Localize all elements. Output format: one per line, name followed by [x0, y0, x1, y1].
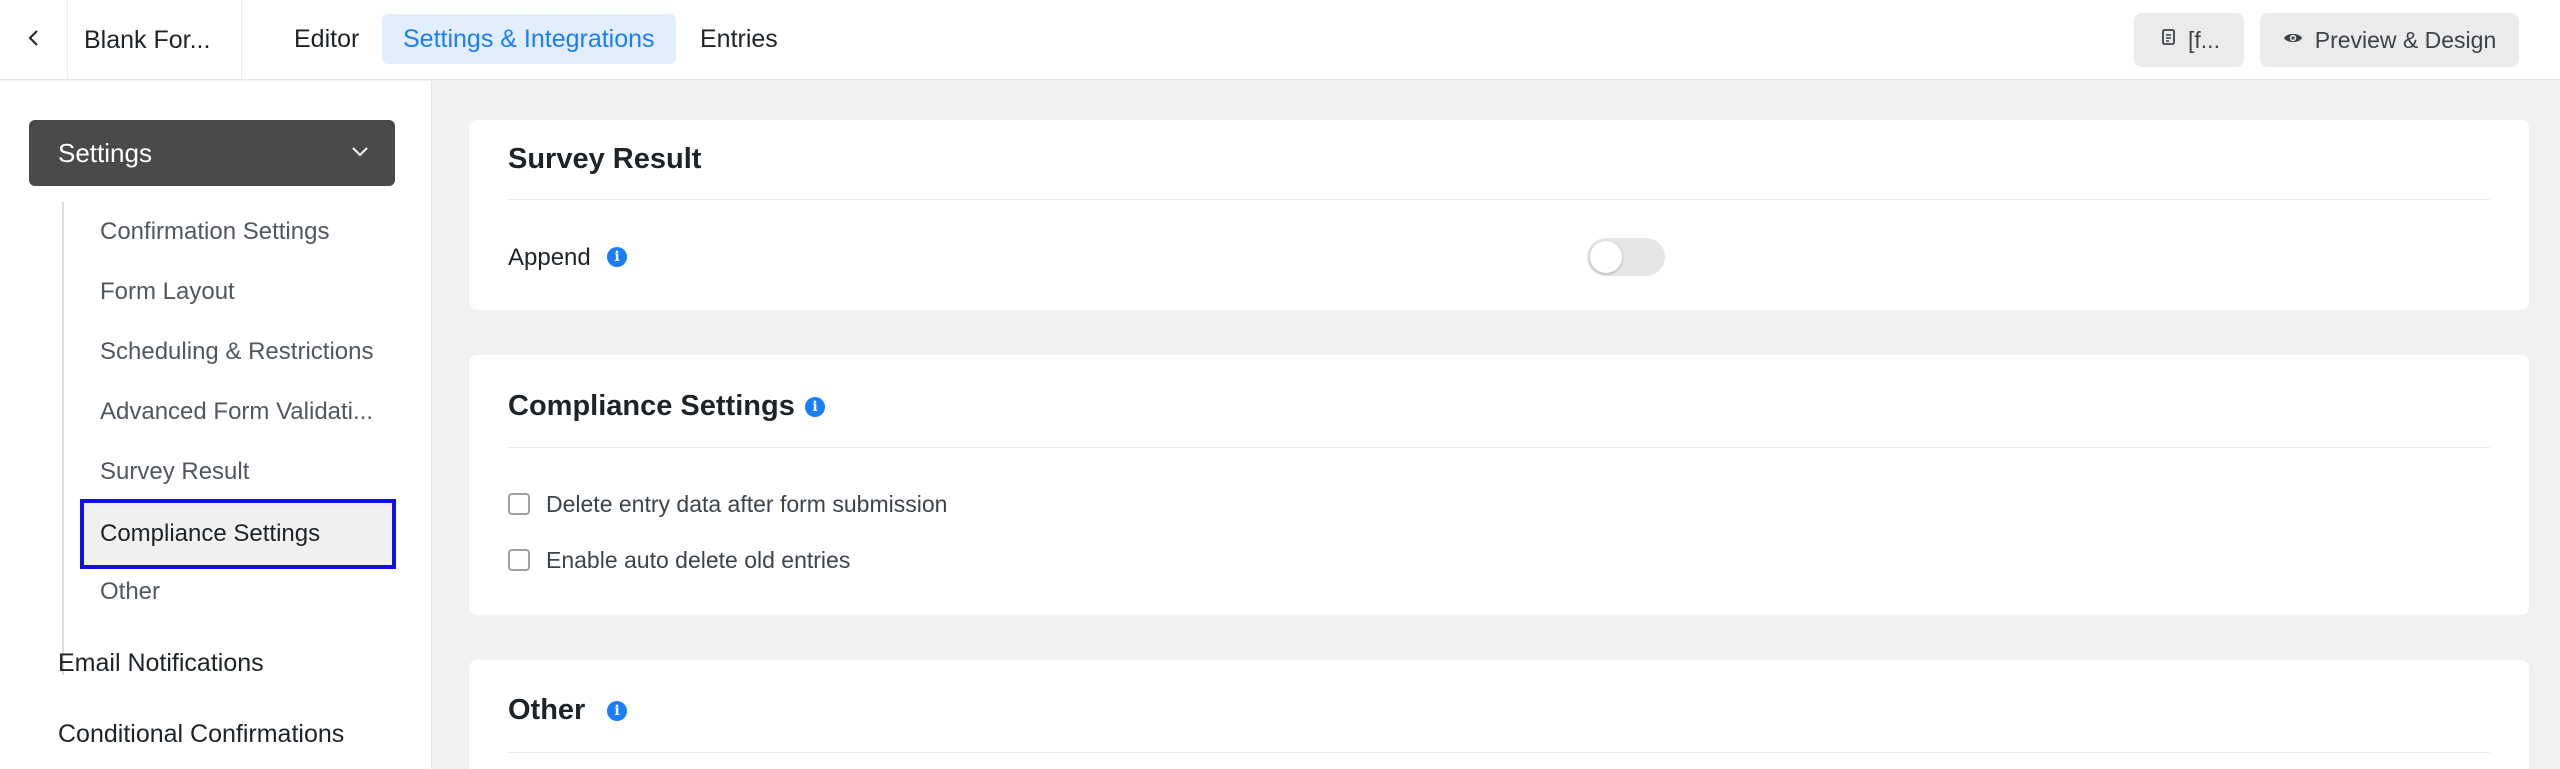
shortcode-label: [f...	[2188, 26, 2220, 53]
delete-entry-data-option[interactable]: Delete entry data after form submission	[508, 489, 947, 519]
survey-result-title: Survey Result	[508, 143, 702, 175]
compliance-settings-title: Compliance Settings	[508, 390, 795, 422]
settings-section-title: Settings	[58, 137, 152, 168]
tab-settings-integrations[interactable]: Settings & Integrations	[382, 14, 676, 64]
card-divider	[508, 752, 2490, 753]
append-toggle[interactable]	[1587, 238, 1665, 276]
toggle-knob	[1590, 241, 1622, 273]
preview-design-button[interactable]: Preview & Design	[2260, 13, 2519, 67]
tab-editor[interactable]: Editor	[273, 14, 380, 64]
top-bar: Blank For... Editor Settings & Integrati…	[0, 0, 2560, 80]
auto-delete-entries-checkbox[interactable]	[508, 549, 530, 571]
chevron-down-icon	[349, 138, 371, 169]
auto-delete-entries-label: Enable auto delete old entries	[546, 546, 851, 573]
settings-sidebar: Settings Confirmation Settings Form Layo…	[0, 81, 432, 769]
sidebar-item-other[interactable]: Other	[80, 562, 396, 622]
card-divider	[508, 199, 2490, 200]
sidebar-link-conditional-confirmations[interactable]: Conditional Confirmations	[58, 720, 344, 749]
sidebar-item-survey-result[interactable]: Survey Result	[80, 442, 396, 502]
tab-entries[interactable]: Entries	[679, 14, 799, 64]
info-icon[interactable]: i	[607, 247, 627, 267]
settings-section-toggle[interactable]: Settings	[29, 120, 395, 186]
delete-entry-data-label: Delete entry data after form submission	[546, 490, 948, 517]
shortcode-copy-button[interactable]: [f...	[2134, 13, 2244, 67]
info-icon[interactable]: i	[607, 701, 627, 721]
sidebar-item-compliance-settings[interactable]: Compliance Settings	[80, 499, 396, 569]
info-icon[interactable]: i	[805, 397, 825, 417]
survey-result-card: Survey Result Append i	[469, 120, 2529, 310]
delete-entry-data-checkbox[interactable]	[508, 493, 530, 515]
eye-icon	[2283, 27, 2303, 54]
sub-menu-tree-line	[62, 202, 64, 675]
form-title: Blank For...	[68, 0, 242, 80]
sidebar-item-advanced-form-validation[interactable]: Advanced Form Validati...	[80, 382, 396, 442]
append-label: Append	[508, 244, 591, 271]
copy-icon	[2158, 27, 2178, 54]
sidebar-item-confirmation-settings[interactable]: Confirmation Settings	[80, 202, 396, 262]
auto-delete-entries-option[interactable]: Enable auto delete old entries	[508, 545, 850, 575]
compliance-settings-card: Compliance Settings i Delete entry data …	[469, 355, 2529, 615]
preview-design-label: Preview & Design	[2314, 26, 2497, 53]
sidebar-item-scheduling-restrictions[interactable]: Scheduling & Restrictions	[80, 322, 396, 382]
other-title: Other	[508, 694, 586, 726]
sidebar-link-email-notifications[interactable]: Email Notifications	[58, 649, 264, 678]
back-button[interactable]	[0, 0, 68, 80]
other-card: Other i	[469, 660, 2529, 769]
card-divider	[508, 447, 2490, 448]
chevron-left-icon	[24, 28, 44, 53]
sidebar-item-form-layout[interactable]: Form Layout	[80, 262, 396, 322]
